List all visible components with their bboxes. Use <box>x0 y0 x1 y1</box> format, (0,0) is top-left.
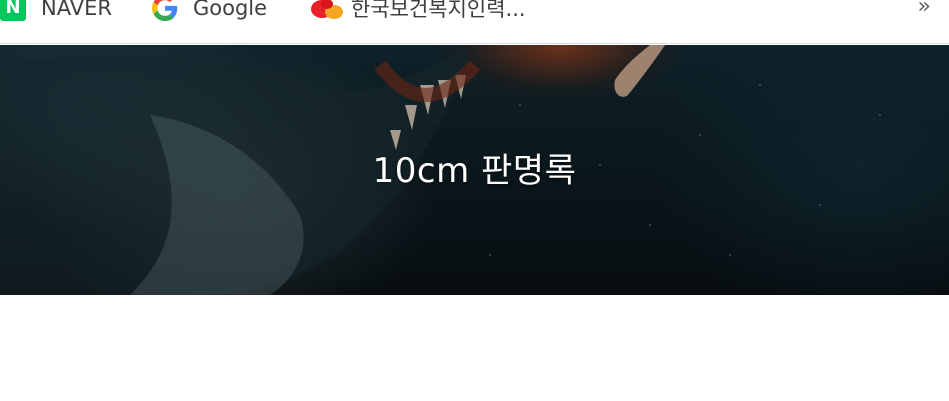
hero-banner: 10cm 판명록 <box>0 45 949 295</box>
google-icon <box>152 0 178 21</box>
bookmark-label: NAVER <box>41 0 112 20</box>
bookmarks-bar: N NAVER Google 한국보건복지인력... » <box>0 0 949 44</box>
bookmark-label: Google <box>193 0 268 20</box>
bookmark-naver[interactable]: N NAVER <box>0 0 112 28</box>
bookmark-kuhrdi[interactable]: 한국보건복지인력... <box>310 0 526 28</box>
kuhrdi-icon <box>310 0 343 21</box>
page-title: 10cm 판명록 <box>372 151 577 191</box>
naver-icon: N <box>0 0 26 21</box>
bookmarks-more-button[interactable]: » <box>918 0 931 19</box>
bookmark-label: 한국보건복지인력... <box>351 0 526 21</box>
bookmark-google[interactable]: Google <box>152 0 267 28</box>
